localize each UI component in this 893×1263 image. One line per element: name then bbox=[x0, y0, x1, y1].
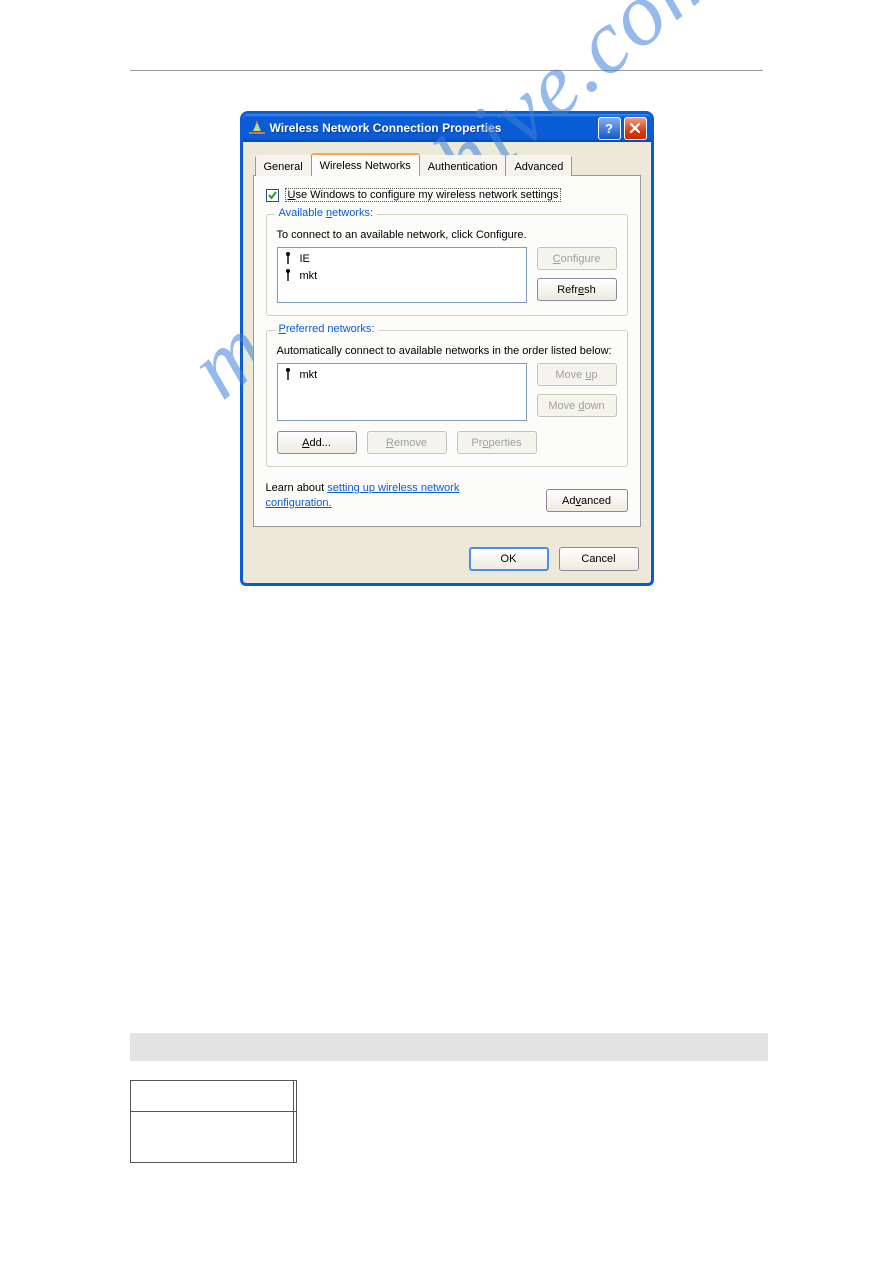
network-name: IE bbox=[300, 253, 310, 265]
tabstrip: General Wireless Networks Authentication… bbox=[255, 152, 641, 175]
tab-advanced[interactable]: Advanced bbox=[505, 155, 572, 176]
move-up-button: Move up bbox=[537, 363, 617, 386]
tab-panel: Use Windows to configure my wireless net… bbox=[253, 175, 641, 527]
use-windows-label: Use Windows to configure my wireless net… bbox=[285, 188, 562, 202]
table-row bbox=[131, 1112, 297, 1163]
antenna-icon bbox=[282, 269, 294, 282]
ok-button[interactable]: OK bbox=[469, 547, 549, 571]
dialog-title: Wireless Network Connection Properties bbox=[270, 121, 595, 135]
antenna-icon bbox=[282, 368, 294, 381]
dialog-wireless-properties: Wireless Network Connection Properties ?… bbox=[240, 111, 654, 586]
move-down-button: Move down bbox=[537, 394, 617, 417]
use-windows-checkbox[interactable] bbox=[266, 189, 279, 202]
page-rule bbox=[130, 70, 763, 71]
preferred-networks-list[interactable]: mkt bbox=[277, 363, 527, 421]
preferred-legend: Preferred networks: bbox=[275, 323, 379, 335]
dialog-footer: OK Cancel bbox=[243, 537, 651, 583]
learn-about-text: Learn about setting up wireless network … bbox=[266, 481, 526, 511]
tab-authentication[interactable]: Authentication bbox=[419, 155, 507, 176]
tab-wireless-networks[interactable]: Wireless Networks bbox=[311, 153, 420, 176]
help-button[interactable]: ? bbox=[598, 117, 621, 140]
table-row bbox=[131, 1081, 297, 1112]
remove-button: Remove bbox=[367, 431, 447, 454]
available-networks-group: Available networks: To connect to an ava… bbox=[266, 214, 628, 316]
close-button[interactable] bbox=[624, 117, 647, 140]
tab-general[interactable]: General bbox=[255, 155, 312, 176]
antenna-icon bbox=[282, 252, 294, 265]
cancel-button[interactable]: Cancel bbox=[559, 547, 639, 571]
titlebar[interactable]: Wireless Network Connection Properties ? bbox=[243, 114, 651, 142]
list-item[interactable]: IE bbox=[280, 250, 524, 267]
advanced-button[interactable]: Advanced bbox=[546, 489, 628, 512]
grey-bar bbox=[130, 1033, 768, 1061]
properties-button: Properties bbox=[457, 431, 537, 454]
bottom-table bbox=[130, 1080, 297, 1163]
add-button[interactable]: Add... bbox=[277, 431, 357, 454]
refresh-button[interactable]: Refresh bbox=[537, 278, 617, 301]
network-name: mkt bbox=[300, 270, 318, 282]
preferred-desc: Automatically connect to available netwo… bbox=[277, 345, 617, 357]
available-legend: Available networks: bbox=[275, 207, 378, 219]
available-desc: To connect to an available network, clic… bbox=[277, 229, 617, 241]
list-item[interactable]: mkt bbox=[280, 267, 524, 284]
list-item[interactable]: mkt bbox=[280, 366, 524, 383]
preferred-networks-group: Preferred networks: Automatically connec… bbox=[266, 330, 628, 467]
configure-button: Configure bbox=[537, 247, 617, 270]
network-name: mkt bbox=[300, 369, 318, 381]
wireless-app-icon bbox=[249, 120, 265, 136]
available-networks-list[interactable]: IE mkt bbox=[277, 247, 527, 303]
